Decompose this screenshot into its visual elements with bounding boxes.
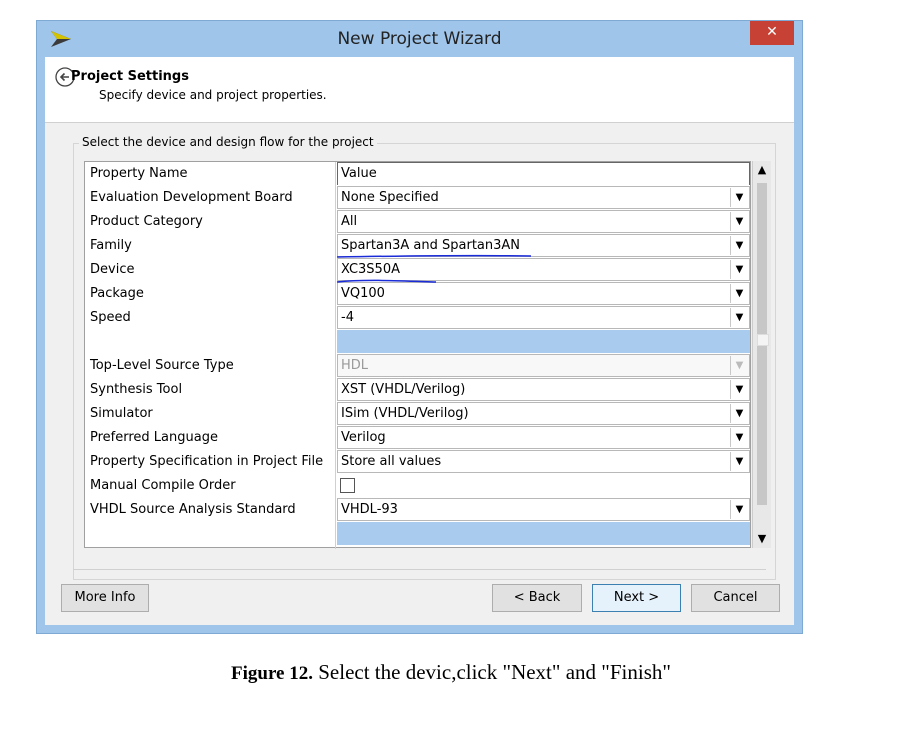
scrollbar-marker [757,334,769,346]
column-header-value: Value [337,162,750,185]
property-dropdown[interactable]: ISim (VHDL/Verilog) ▼ [337,402,750,425]
blank-row [85,330,750,353]
property-name: Manual Compile Order [90,478,236,493]
property-value: Verilog [341,430,386,445]
group-label: Select the device and design flow for th… [79,135,377,149]
chevron-down-icon[interactable]: ▼ [730,428,748,447]
property-value: VHDL-93 [341,502,398,517]
page-header: Project Settings Specify device and proj… [45,57,794,123]
table-row: Top-Level Source Type HDL ▼ [85,354,750,377]
page-subtitle: Specify device and project properties. [99,88,327,102]
property-dropdown[interactable]: All ▼ [337,210,750,233]
property-name: Preferred Language [90,430,218,445]
property-name: Evaluation Development Board [90,190,293,205]
manual-compile-order-checkbox[interactable] [340,478,355,493]
table-row: Manual Compile Order [85,474,750,497]
property-dropdown[interactable]: XST (VHDL/Verilog) ▼ [337,378,750,401]
property-name: Family [90,238,132,253]
property-dropdown[interactable]: -4 ▼ [337,306,750,329]
wizard-window: New Project Wizard ✕ Project Settings Sp… [36,20,803,634]
property-value: HDL [341,358,369,373]
grid-header-row: Property Name Value [85,162,750,185]
title-bar[interactable]: New Project Wizard ✕ [37,21,802,57]
property-name: Simulator [90,406,153,421]
property-dropdown[interactable]: VHDL-93 ▼ [337,498,750,521]
window-title: New Project Wizard [337,29,502,49]
property-name: Package [90,286,144,301]
cancel-button[interactable]: Cancel [691,584,780,612]
table-row: Product Category All ▼ [85,210,750,233]
table-row: Speed -4 ▼ [85,306,750,329]
table-row: Property Specification in Project File S… [85,450,750,473]
property-dropdown[interactable]: Store all values ▼ [337,450,750,473]
property-name: Property Specification in Project File [90,454,324,469]
back-button[interactable]: < Back [492,584,582,612]
next-button[interactable]: Next > [592,584,681,612]
table-row: Simulator ISim (VHDL/Verilog) ▼ [85,402,750,425]
selected-blank-cell[interactable] [337,522,750,545]
footer-divider [73,569,766,570]
property-name: Speed [90,310,131,325]
property-dropdown[interactable]: Verilog ▼ [337,426,750,449]
chevron-down-icon[interactable]: ▼ [730,404,748,423]
property-value: All [341,214,358,229]
property-value: None Specified [341,190,439,205]
chevron-up-icon[interactable]: ▲ [753,161,771,179]
chevron-down-icon[interactable]: ▼ [753,530,771,548]
property-value: XST (VHDL/Verilog) [341,382,466,397]
property-value: VQ100 [341,286,385,301]
page-title: Project Settings [71,69,189,84]
property-dropdown-disabled: HDL ▼ [337,354,750,377]
property-name: Product Category [90,214,203,229]
chevron-down-icon[interactable]: ▼ [730,380,748,399]
property-name: Top-Level Source Type [90,358,234,373]
property-grid: Property Name Value Evaluation Developme… [84,161,751,549]
vertical-scrollbar[interactable]: ▲ ▼ [752,161,771,548]
chevron-down-icon[interactable]: ▼ [730,212,748,231]
caption-text: Select the devic,click "Next" and "Finis… [313,660,671,684]
property-name: Device [90,262,135,277]
table-row: Evaluation Development Board None Specif… [85,186,750,209]
checkbox-cell [337,474,750,497]
more-info-button[interactable]: More Info [61,584,149,612]
wizard-client: Project Settings Specify device and proj… [45,57,794,625]
property-value: ISim (VHDL/Verilog) [341,406,469,421]
chevron-down-icon[interactable]: ▼ [730,188,748,207]
property-name: Synthesis Tool [90,382,183,397]
table-row: VHDL Source Analysis Standard VHDL-93 ▼ [85,498,750,521]
table-row: Preferred Language Verilog ▼ [85,426,750,449]
chevron-down-icon[interactable]: ▼ [730,284,748,303]
chevron-down-icon: ▼ [730,356,748,375]
property-name: VHDL Source Analysis Standard [90,502,296,517]
chevron-down-icon[interactable]: ▼ [730,308,748,327]
chevron-down-icon[interactable]: ▼ [730,260,748,279]
close-button[interactable]: ✕ [750,21,794,45]
blank-row [85,522,750,545]
property-dropdown[interactable]: None Specified ▼ [337,186,750,209]
selected-blank-cell[interactable] [337,330,750,353]
handwritten-underline [336,254,532,283]
chevron-down-icon[interactable]: ▼ [730,236,748,255]
column-header-name: Property Name [90,166,188,181]
property-value: -4 [341,310,354,325]
property-value: Store all values [341,454,442,469]
chevron-down-icon[interactable]: ▼ [730,500,748,519]
figure-label: Figure 12. [231,663,313,684]
table-row: Synthesis Tool XST (VHDL/Verilog) ▼ [85,378,750,401]
figure-caption: Figure 12. Select the devic,click "Next"… [0,660,902,685]
chevron-down-icon[interactable]: ▼ [730,452,748,471]
